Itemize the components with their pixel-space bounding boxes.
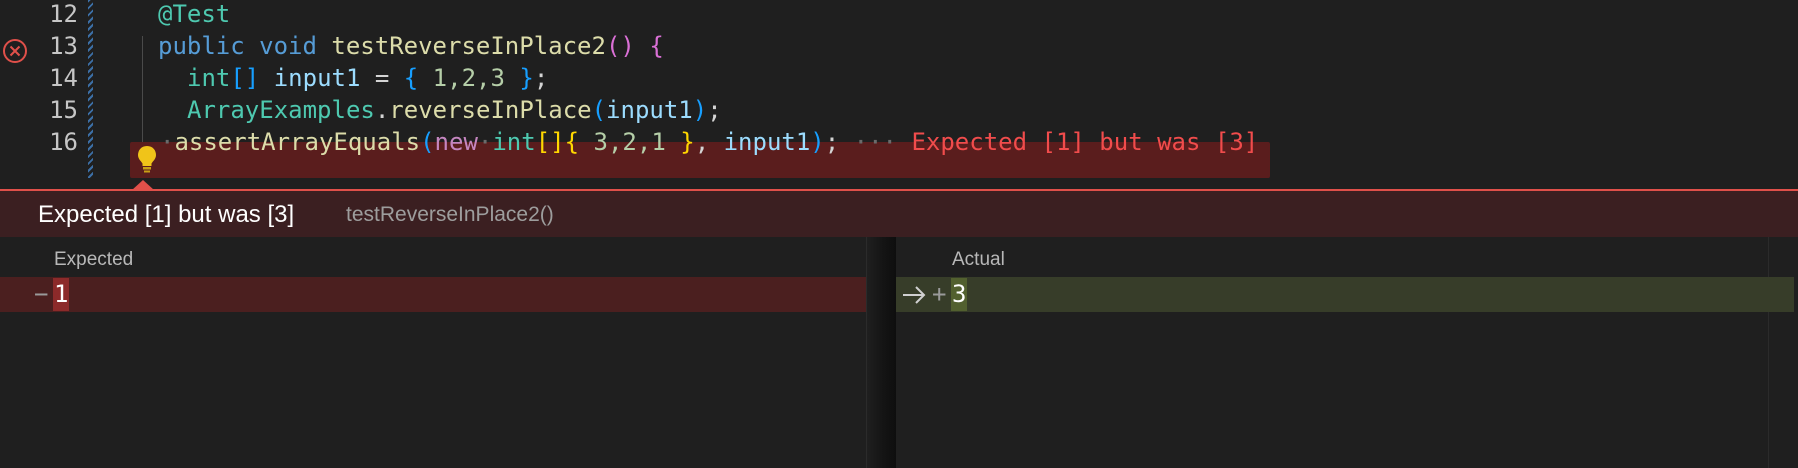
punctuation: . [374,96,390,124]
punctuation: ; [824,128,840,156]
operator: = [360,64,404,92]
revert-arrow-icon[interactable] [901,284,927,306]
punctuation: ( [420,128,435,156]
punctuation: } [519,64,534,92]
peek-header: Expected [1] but was [3] testReverseInPl… [0,189,1798,239]
pane-border [866,237,867,468]
line-number: 15 [49,96,78,124]
punctuation: { [564,128,580,156]
variable: input1 [606,96,693,124]
line-number: 13 [49,32,78,60]
plus-icon: + [932,280,947,308]
line-number: 16 [49,128,78,156]
peek-subtitle[interactable]: testReverseInPlace2() [346,203,554,227]
code-text: public void testReverseInPlace2() { [158,28,664,64]
numbers: 1,2,3 [418,64,520,92]
pane-border [1768,237,1769,468]
code-text: ·assertArrayEquals(new·int[]{ 3,2,1 }, i… [160,124,1258,160]
code-line-14[interactable]: 14 int[] input1 = { 1,2,3 }; [0,60,1798,96]
code-text: int[] input1 = { 1,2,3 }; [187,60,548,96]
code-line-15[interactable]: 15 ArrayExamples.reverseInPlace(input1); [0,92,1798,128]
punctuation: ; [533,64,549,92]
punctuation: { [649,32,664,60]
code-line-16[interactable]: 16 ·assertArrayEquals(new·int[]{ 3,2,1 }… [0,124,1798,173]
keyword: public [158,32,245,60]
punctuation: ) [810,128,825,156]
diff-sash[interactable] [868,237,896,468]
punctuation: , [694,128,724,156]
method-name: testReverseInPlace2 [331,32,606,60]
whitespace-dot: · [477,128,493,156]
keyword: new [434,128,478,156]
punctuation: ) [692,96,708,124]
added-line [896,277,1794,312]
punctuation: [] [230,64,260,92]
minus-icon: − [34,280,49,308]
actual-label: Actual [952,249,1005,270]
keyword: void [259,32,317,60]
line-number: 14 [49,64,78,92]
variable: input1 [723,128,811,156]
punctuation: ; [707,96,722,124]
punctuation: () [605,32,635,60]
annotation: @Test [158,0,231,28]
punctuation: { [403,64,419,92]
peek-title: Expected [1] but was [3] [38,201,295,228]
diff-view[interactable]: Expected Actual − 1 + 3 [0,237,1798,468]
expected-value: 1 [53,278,70,311]
punctuation: } [680,128,695,156]
punctuation: [] [535,128,565,156]
code-text: ArrayExamples.reverseInPlace(input1); [187,92,722,128]
method-name: reverseInPlace [389,96,592,124]
removed-line [0,277,866,312]
class-name: ArrayExamples [187,96,375,124]
whitespace-dot: · [160,128,175,156]
variable: input1 [273,64,361,92]
inline-error-message: Expected [1] but was [3] [911,128,1259,156]
type: int [187,64,231,92]
lightbulb-icon[interactable] [136,144,158,174]
code-line-13[interactable]: 13 public void testReverseInPlace2() { [0,28,1798,64]
actual-value: 3 [951,278,968,311]
numbers: 3,2,1 [579,128,681,156]
whitespace-dot: ··· [839,128,912,156]
type: int [492,128,536,156]
punctuation: ( [591,96,607,124]
method-name: assertArrayEquals [174,128,421,156]
expected-label: Expected [54,249,134,270]
code-editor[interactable]: 12 @Test 13 public void testReverseInPla… [0,0,1798,188]
